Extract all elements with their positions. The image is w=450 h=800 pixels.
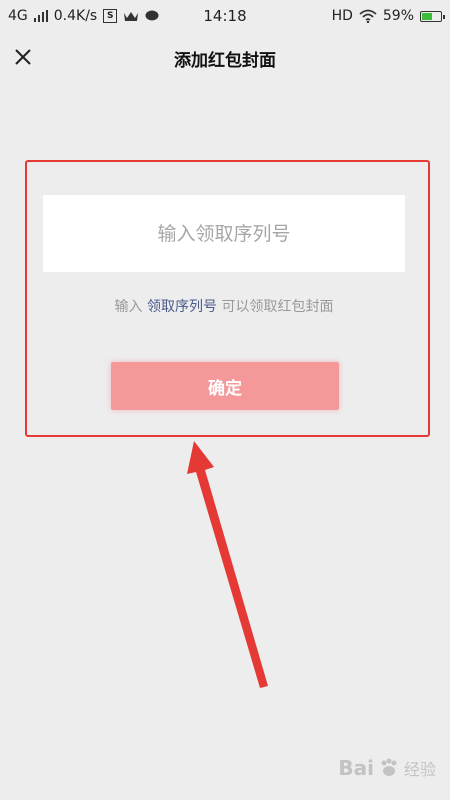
network-type: 4G — [8, 8, 28, 24]
close-button[interactable] — [10, 44, 36, 70]
hd-indicator: HD — [331, 8, 353, 24]
watermark-suffix: 经验 — [403, 760, 436, 779]
close-icon — [15, 49, 31, 65]
confirm-button[interactable]: 确定 — [111, 362, 339, 410]
paw-icon — [381, 758, 397, 776]
status-bar: 4G 0.4K/s S 14:18 HD 59% — [0, 0, 450, 32]
signal-icon — [33, 10, 48, 22]
watermark: Bai 经验 — [338, 756, 436, 780]
hint-text: 输入 领取序列号 可以领取红包封面 — [43, 296, 405, 316]
serial-number-input[interactable] — [43, 195, 405, 272]
watermark-brand: Bai — [338, 756, 374, 780]
hint-highlight: 领取序列号 — [147, 299, 217, 315]
battery-percent: 59% — [382, 8, 414, 24]
network-speed: 0.4K/s — [53, 8, 98, 24]
chat-icon — [145, 10, 159, 21]
hint-prefix: 输入 — [114, 299, 143, 315]
status-right: HD 59% — [331, 8, 445, 24]
hint-suffix: 可以领取红包封面 — [221, 299, 334, 315]
status-left: 4G 0.4K/s S — [8, 8, 159, 24]
app-notification-icon: S — [103, 9, 118, 23]
crown-icon — [124, 12, 139, 21]
page-title: 添加红包封面 — [174, 50, 276, 71]
clock: 14:18 — [203, 7, 247, 25]
battery-icon — [420, 10, 445, 22]
nav-bar: 添加红包封面 — [0, 32, 450, 84]
wifi-icon — [359, 9, 377, 23]
